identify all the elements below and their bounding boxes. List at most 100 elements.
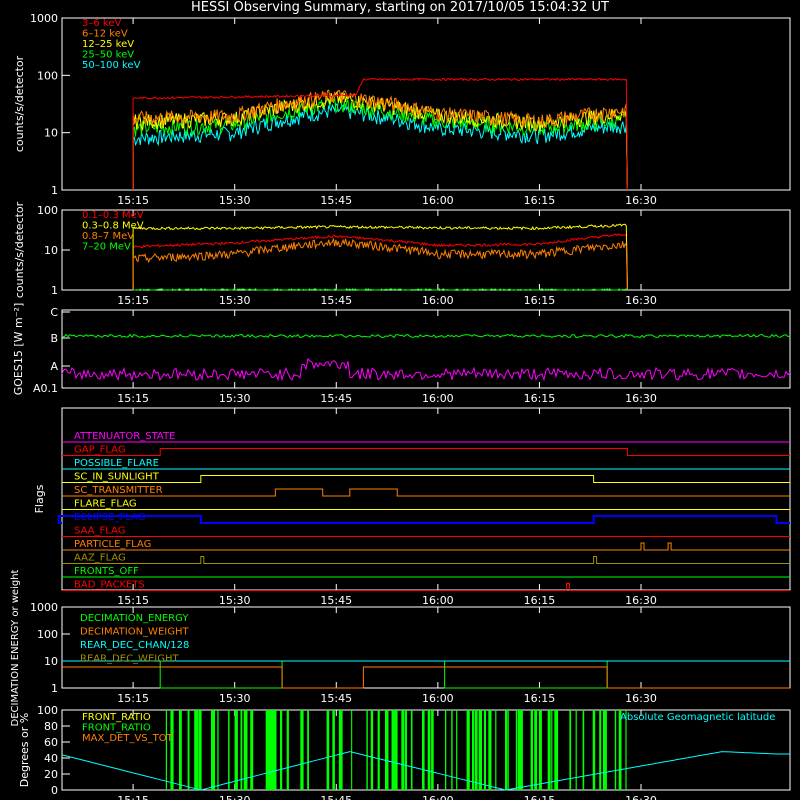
panel6-front-ratio-bar xyxy=(280,710,283,790)
panel6-front-ratio-bar xyxy=(538,710,542,790)
panel2-legend-entry: 0.8–7 MeV xyxy=(82,231,134,242)
panel1-ytick-label: 10 xyxy=(44,127,58,140)
panel5-legend-entry: DECIMATION_ENERGY xyxy=(80,613,189,624)
panel4-flag-label: SC_IN_SUNLIGHT xyxy=(74,472,160,483)
panel1-xtick-label: 15:30 xyxy=(219,194,251,207)
panel6-front-ratio-bar xyxy=(391,710,395,790)
panel5-xtick-label: 16:15 xyxy=(524,692,556,705)
panel6-legend-entry: FRONT_RATIO xyxy=(82,723,151,734)
panel5-weight-line xyxy=(62,666,790,689)
panel6-front-ratio-bar xyxy=(431,710,434,790)
panel6-ytick-label: 40 xyxy=(44,752,58,765)
panel3-xtick-label: 15:15 xyxy=(117,392,149,405)
panel1-legend-entry: 6–12 keV xyxy=(82,29,128,40)
panel2-xtick-label: 16:30 xyxy=(625,294,657,307)
panel6-front-ratio-bar xyxy=(187,710,190,790)
panel6-front-ratio-bar xyxy=(165,710,167,790)
panel4-xtick-label: 15:30 xyxy=(219,594,251,607)
panel3-xtick-label: 15:30 xyxy=(219,392,251,405)
panel6-front-ratio-bar xyxy=(483,710,486,790)
panel3-ytick-label: A0.1 xyxy=(33,382,58,395)
panel6-front-ratio-bar xyxy=(338,710,343,790)
panel6-ytick-label: 80 xyxy=(44,720,58,733)
panel5-legend-entry: DECIMATION_WEIGHT xyxy=(80,627,189,638)
panel2-ytick-label: 10 xyxy=(44,244,58,257)
panel6-front-ratio-bar xyxy=(534,710,538,790)
panel2-legend-entry: 7–20 MeV xyxy=(82,242,131,253)
panel4-flag-label: GAP_FLAG xyxy=(74,445,126,456)
panel6-front-ratio-bar xyxy=(592,710,596,790)
panel5-xtick-label: 16:30 xyxy=(625,692,657,705)
panel6-front-ratio-bar xyxy=(422,710,425,790)
panel4-flag-line xyxy=(62,475,790,483)
panel6-legend-entry: FRONT_RATIO xyxy=(82,712,151,723)
summary-plot: 15:15 15:30 15:45 16:00 16:15 16:30 1 10 100 100 0… xyxy=(10,12,791,800)
panel1-xtick-label: 16:15 xyxy=(524,194,556,207)
panel6-front-ratio-bar xyxy=(602,710,607,790)
panel2-ytick-label: 1 xyxy=(51,284,58,297)
panel6-front-ratio-bar xyxy=(385,710,389,790)
panel6-legend-entry: MAX_DET_VS_TOT xyxy=(82,733,174,744)
panel6-ytick-label: 100 xyxy=(37,704,58,717)
panel6-front-ratio-bar xyxy=(466,710,470,790)
panel6-front-ratio-bar xyxy=(300,710,304,790)
panel4-xtick-label: 15:15 xyxy=(117,594,149,607)
panel3-xtick-label: 16:15 xyxy=(524,392,556,405)
panel6-front-ratio-bar xyxy=(474,710,478,790)
panel6-front-ratio-bar xyxy=(507,710,509,790)
panel6-front-ratio-bar xyxy=(404,710,407,790)
panel5-ytick-label: 100 xyxy=(37,628,58,641)
panel5-legend-entry: REAR_DEC_CHAN/128 xyxy=(80,640,189,651)
panel6-xtick-label: 16:30 xyxy=(625,794,657,800)
panel2-xtick-label: 16:00 xyxy=(422,294,454,307)
panel6-front-ratio-bar xyxy=(332,710,335,790)
panel6-front-ratio-bar xyxy=(472,710,475,790)
panel5-ytick-label: 10 xyxy=(44,655,58,668)
panel4-flag-line xyxy=(62,556,790,564)
panel4-xtick-label: 16:00 xyxy=(422,594,454,607)
panel3-goes-short-line xyxy=(61,357,791,382)
panel6-front-ratio-bar xyxy=(515,710,518,790)
panel2-series-line xyxy=(133,287,628,291)
panel2-series-line xyxy=(132,232,628,291)
panel6-xtick-label: 16:00 xyxy=(422,794,454,800)
panel4-ylabel: Flags xyxy=(33,484,46,513)
panel1-legend-entry: 3–6 keV xyxy=(82,18,121,29)
panel2-xtick-label: 15:15 xyxy=(117,294,149,307)
panel6-front-ratio-bar xyxy=(198,710,202,790)
panel6-front-ratio-bar xyxy=(268,710,272,790)
panel6-front-ratio-bar xyxy=(582,710,585,790)
panel1-legend-entry: 12–25 keV xyxy=(82,39,134,50)
panel2-legend-entry: 0.1–0.3 MeV xyxy=(82,210,144,221)
panel6-front-ratio-bar xyxy=(217,710,219,790)
panel6-front-ratio-bar xyxy=(211,710,215,790)
panel6-front-ratio-bar xyxy=(445,710,447,790)
panel3-xtick-label: 15:45 xyxy=(320,392,352,405)
panel4-flag-label: POSSIBLE_FLARE xyxy=(74,458,159,469)
panel6-front-ratio-bar xyxy=(194,710,199,790)
panel4-flag-line xyxy=(57,515,790,524)
panel5-energy-line xyxy=(62,660,790,689)
panel4-xtick-label: 15:45 xyxy=(320,594,352,607)
panel6-front-ratio-bar xyxy=(554,710,559,790)
panel6-front-ratio-bar xyxy=(286,710,289,790)
panel5-xtick-label: 16:00 xyxy=(422,692,454,705)
panel4-flag-label: ATTENUATOR_STATE xyxy=(74,431,175,442)
panel6-front-ratio-bar xyxy=(599,710,602,790)
panel6-front-ratio-bar xyxy=(179,710,182,790)
panel1-ytick-label: 1 xyxy=(51,184,58,197)
panel4-flag-line xyxy=(62,488,790,497)
panel2-series-line xyxy=(132,238,628,291)
panel6-front-ratio-bar xyxy=(370,710,374,790)
panel6-front-ratio-bar xyxy=(495,710,497,790)
panel5-ytick-label: 1 xyxy=(51,682,58,695)
panel6-front-ratio-bar xyxy=(394,710,398,790)
panel6-front-ratio-bar xyxy=(505,710,508,790)
panel2-xtick-label: 16:15 xyxy=(524,294,556,307)
panel6-xtick-label: 15:15 xyxy=(117,794,149,800)
panel2-ylabel: counts/s/detector xyxy=(13,201,26,298)
panel6-xtick-label: 15:30 xyxy=(219,794,251,800)
panel6-front-ratio-bar xyxy=(234,710,238,790)
panel1-frame xyxy=(61,17,791,191)
panel4-flag-label: ECLIPSE_FLAG xyxy=(74,512,145,523)
